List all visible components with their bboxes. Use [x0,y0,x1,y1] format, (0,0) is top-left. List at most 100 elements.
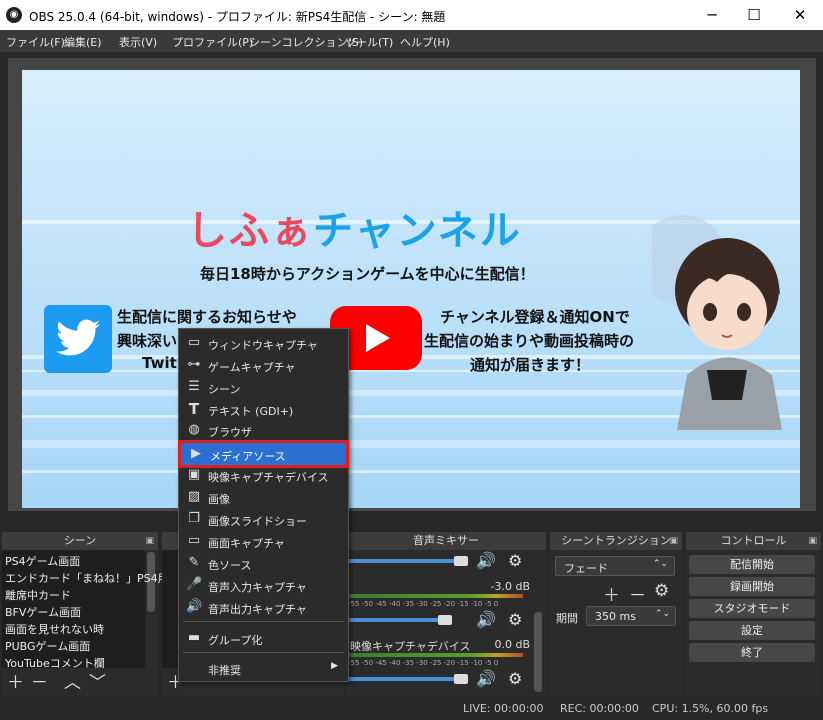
scenes-dock-title: シーン ▣ [2,532,158,550]
subscribe-line-3: 通知が届きます！ [470,356,591,374]
volume-slider[interactable] [348,618,448,622]
add-transition-icon[interactable]: ＋ [603,581,620,606]
speaker-icon: 🔊 [186,599,203,614]
menu-item-image[interactable]: ▨ 画像 [179,486,348,508]
menu-tools[interactable]: ツール(T) [345,34,393,50]
add-scene-icon[interactable]: ＋ [7,668,24,693]
duration-label: 期間 [556,612,578,625]
subscribe-line-1: チャンネル登録＆通知ONで [440,308,630,326]
menu-item-text[interactable]: T テキスト (GDI+) [179,398,348,420]
speaker-icon[interactable]: 🔊 [476,669,496,688]
notice-line-3: Twit [142,354,177,372]
folder-icon: ▬ [187,630,201,645]
notice-line-1: 生配信に関するお知らせや [117,308,297,326]
menu-edit[interactable]: 編集(E) [64,34,102,50]
globe-icon: ◍ [188,422,200,437]
rec-timer: REC: 00:00:00 [560,702,639,715]
menu-separator [183,652,344,653]
add-source-menu: ▭ ウィンドウキャプチャ ⊶ ゲームキャプチャ ☰ シーン T テキスト (GDI+) … [178,328,349,682]
subscribe-line-2: 生配信の始まりや動画投稿時の [424,332,635,350]
menu-item-audio-output[interactable]: 🔊 音声出力キャプチャ [179,596,348,618]
scene-item[interactable]: 離席中カード [5,587,71,603]
microphone-icon: 🎤 [186,577,203,592]
twitter-logo-icon [44,305,112,373]
gear-icon[interactable]: ⚙ [508,610,522,629]
menu-item-video-capture[interactable]: ▣ 映像キャプチャデバイス [179,464,348,486]
image-icon: ▨ [187,489,201,504]
settings-button[interactable]: 設定 [689,621,815,640]
scene-item[interactable]: エンドカード「まねね！」PS4用 [5,570,169,586]
start-streaming-button[interactable]: 配信開始 [689,555,815,574]
camera-icon: ▣ [187,467,201,482]
channel-title: しふぁチャンネル [187,208,522,254]
preview-canvas[interactable]: しふぁチャンネル 毎日18時からアクションゲームを中心に生配信！ 生配信に関する… [22,70,800,508]
minimize-button[interactable]: ─ [689,0,735,30]
gear-icon[interactable]: ⚙ [508,551,522,570]
channel-subtitle: 毎日18時からアクションゲームを中心に生配信！ [200,265,535,283]
list-icon: ☰ [188,379,200,394]
text-icon: T [188,400,200,418]
remove-scene-icon[interactable]: － [31,668,48,693]
menu-view[interactable]: 表示(V) [119,34,157,50]
title-bar: ◉ OBS 25.0.4 (64-bit, windows) - プロファイル:… [0,0,823,30]
menu-file[interactable]: ファイル(F) [6,34,65,50]
mixer-scrollbar[interactable] [534,612,542,692]
chibi-avatar-image [652,215,782,430]
menu-item-window-capture[interactable]: ▭ ウィンドウキャプチャ [179,332,348,354]
menu-item-image-slideshow[interactable]: ❐ 画像スライドショー [179,508,348,530]
menu-item-scene[interactable]: ☰ シーン [179,376,348,398]
channel-db: 0.0 dB [494,638,530,651]
menu-item-game-capture[interactable]: ⊶ ゲームキャプチャ [179,354,348,376]
menu-item-media-source[interactable]: ▶ メディアソース [178,440,349,468]
cpu-status: CPU: 1.5%, 60.00 fps [652,702,769,715]
status-bar: LIVE: 00:00:00 REC: 00:00:00 CPU: 1.5%, … [0,697,823,720]
volume-slider[interactable] [348,559,460,563]
menu-bar: ファイル(F) 編集(E) 表示(V) プロファイル(P) シーンコレクション(… [0,30,823,52]
remove-transition-icon[interactable]: － [629,581,646,606]
transition-select[interactable]: フェード ⌃⌄ [555,556,675,576]
menu-item-color-source[interactable]: ✎ 色ソース [179,552,348,574]
scene-item[interactable]: BFVゲーム画面 [5,604,81,620]
slideshow-icon: ❐ [188,511,200,526]
menu-item-group[interactable]: ▬ グループ化 [179,627,348,649]
gear-icon[interactable]: ⚙ [654,581,669,601]
duration-input[interactable]: 350 ms ⌃⌄ [586,606,676,626]
channel-name: 映像キャプチャデバイス [350,640,471,653]
controls-dock-title: コントロール ▣ [686,532,821,550]
play-icon: ▶ [191,446,201,461]
volume-slider[interactable] [348,677,460,681]
menu-item-deprecated[interactable]: 非推奨 ▶ [179,657,348,679]
menu-help[interactable]: ヘルプ(H) [400,34,450,50]
exit-button[interactable]: 終了 [689,643,815,662]
chevron-right-icon: ▶ [331,661,338,671]
menu-item-browser[interactable]: ◍ ブラウザ [179,419,348,441]
studio-mode-button[interactable]: スタジオモード [689,599,815,618]
scenes-dock: PS4ゲーム画面 エンドカード「まねね！」PS4用 離席中カード BFVゲーム画… [2,550,169,696]
obs-logo-icon: ◉ [6,7,22,23]
maximize-button[interactable]: ☐ [731,0,777,30]
scene-item[interactable]: PUBGゲーム画面 [5,638,90,654]
move-up-icon[interactable]: ︿ [64,668,81,693]
mixer-dock-title: 音声ミキサー [346,532,546,550]
speaker-icon[interactable]: 🔊 [476,551,496,570]
scene-item[interactable]: 画面を見せれない時 [5,621,104,637]
brush-icon: ✎ [188,555,200,570]
gamepad-icon: ⊶ [187,357,201,372]
monitor-icon: ▭ [187,533,201,548]
window-icon: ▭ [187,335,201,350]
scene-item[interactable]: PS4ゲーム画面 [5,553,80,569]
live-timer: LIVE: 00:00:00 [463,702,544,715]
menu-item-audio-input[interactable]: 🎤 音声入力キャプチャ [179,574,348,596]
channel-db: -3.0 dB [490,580,531,593]
close-button[interactable]: ✕ [777,0,823,30]
gear-icon[interactable]: ⚙ [508,669,522,688]
start-recording-button[interactable]: 録画開始 [689,577,815,596]
move-down-icon[interactable]: ﹀ [89,668,106,693]
controls-dock: 配信開始 録画開始 スタジオモード 設定 終了 [686,550,821,696]
transitions-dock: フェード ⌃⌄ ＋ － ⚙ 期間 350 ms ⌃⌄ [550,550,682,696]
speaker-icon[interactable]: 🔊 [476,610,496,629]
menu-profile[interactable]: プロファイル(P) [172,34,253,50]
window-title: OBS 25.0.4 (64-bit, windows) - プロファイル: 新… [29,10,446,24]
menu-item-display-capture[interactable]: ▭ 画面キャプチャ [179,530,348,552]
mixer-dock: 🔊 ⚙ -3.0 dB -55 -50 -45 -40 -35 -30 -25 … [346,550,546,696]
